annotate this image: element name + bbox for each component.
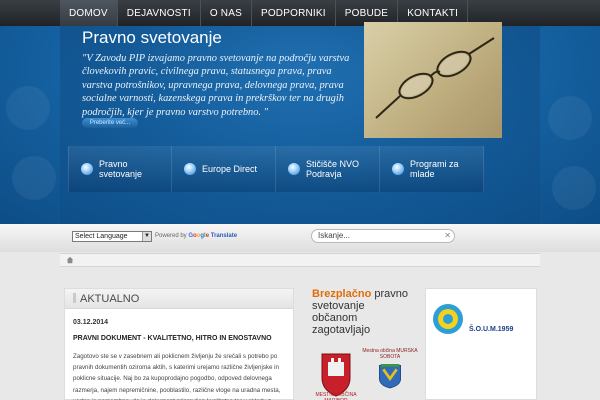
powered-by-label: Powered by xyxy=(155,233,187,239)
translate-link[interactable]: Translate xyxy=(211,233,237,239)
murska-sobota-crest xyxy=(379,364,401,389)
chevron-down-icon[interactable]: ▼ xyxy=(142,232,151,241)
background-hand-icon xyxy=(548,96,592,140)
free-legal-advice-promo[interactable]: Brezplačno pravno svetovanje občanom zag… xyxy=(312,288,418,400)
partner-panel[interactable]: Š.O.U.M.1959 xyxy=(425,288,537,400)
top-navigation: DOMOV DEJAVNOSTI O NAS PODPORNIKI POBUDE… xyxy=(0,0,600,26)
news-date: 03.12.2014 xyxy=(73,319,109,326)
hero-title: Pravno svetovanje xyxy=(82,28,222,47)
home-icon[interactable] xyxy=(66,256,74,264)
glasses-photo xyxy=(364,22,502,138)
google-logo: Google xyxy=(188,233,210,239)
background-hand-icon xyxy=(12,156,56,200)
promo-title: Brezplačno pravno svetovanje občanom zag… xyxy=(312,288,412,336)
nav-item-podporniki[interactable]: PODPORNIKI xyxy=(250,0,335,26)
heading-bullet xyxy=(73,293,76,303)
google-translate-attribution: Powered by Google Translate xyxy=(155,233,237,239)
news-panel: AKTUALNO 03.12.2014 PRAVNI DOKUMENT - KV… xyxy=(64,288,294,400)
murska-sobota-label: Mestna občina MURSKA SOBOTA xyxy=(362,348,418,360)
quick-link-label: Europe Direct xyxy=(202,164,258,174)
background-hand-icon xyxy=(552,166,596,210)
globe-icon xyxy=(392,163,404,175)
globe-icon xyxy=(288,163,300,175)
news-heading-label: AKTUALNO xyxy=(80,293,140,305)
quick-link-programi-za-mlade[interactable]: Programi za mlade xyxy=(380,146,484,192)
quick-link-sticisce-nvo[interactable]: Stičišče NVO Podravja xyxy=(276,146,380,192)
hero-text: "V Zavodu PIP izvajamo pravno svetovanje… xyxy=(82,53,350,118)
globe-icon xyxy=(81,163,93,175)
promo-highlight: Brezplačno xyxy=(312,288,372,300)
quick-link-label: Pravno svetovanje xyxy=(99,159,143,179)
globe-icon xyxy=(184,163,196,175)
breadcrumb xyxy=(60,253,540,267)
search-input[interactable]: Iskanje... xyxy=(311,229,455,243)
news-heading: AKTUALNO xyxy=(65,289,293,309)
news-article-title[interactable]: PRAVNI DOKUMENT - KVALITETNO, HITRO IN E… xyxy=(73,335,272,342)
nav-item-domov[interactable]: DOMOV xyxy=(60,0,117,26)
read-more-button[interactable]: Preberite več... xyxy=(82,118,138,128)
quick-link-label: Programi za mlade xyxy=(410,159,459,179)
language-select-value: Select Language xyxy=(75,233,128,240)
nav-item-o-nas[interactable]: O NAS xyxy=(199,0,251,26)
quick-link-pravno-svetovanje[interactable]: Pravno svetovanje xyxy=(68,146,172,192)
soum-logo xyxy=(433,304,463,334)
quick-link-label: Stičišče NVO Podravja xyxy=(306,159,360,179)
maribor-label: MESTNA OBČINA MARIBOR xyxy=(315,392,357,400)
language-select[interactable]: Select Language ▼ xyxy=(72,231,152,242)
quick-link-europe-direct[interactable]: Europe Direct xyxy=(172,146,276,192)
soum-label: Š.O.U.M.1959 xyxy=(469,326,514,333)
quick-links: Pravno svetovanje Europe Direct Stičišče… xyxy=(68,146,484,192)
background-hand-icon xyxy=(6,86,50,130)
news-article-text: Zagotovo ste se v zasebnem ali poklicnem… xyxy=(73,353,281,400)
nav-item-dejavnosti[interactable]: DEJAVNOSTI xyxy=(116,0,200,26)
